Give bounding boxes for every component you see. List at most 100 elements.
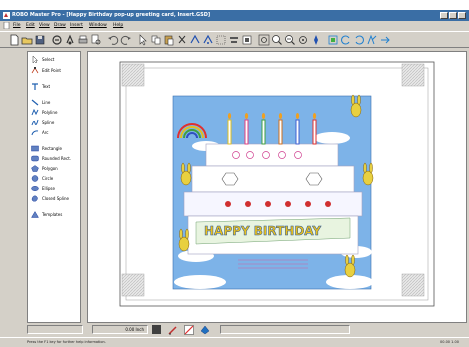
registration-mark-top-right: [401, 63, 425, 87]
help-hint-text: Press the F1 key for further help inform…: [27, 340, 106, 344]
line-tool-icon: [31, 99, 39, 106]
ungroup-icon[interactable]: [215, 34, 227, 46]
card-greeting-text: HAPPY BIRTHDAY: [204, 224, 321, 238]
menu-draw[interactable]: Draw: [54, 21, 66, 30]
open-folder-icon[interactable]: [21, 34, 33, 46]
drawing-canvas[interactable]: HAPPY BIRTHDAY: [87, 51, 467, 323]
candle-flame: [312, 113, 317, 119]
tool-label: Rounded Rect.: [42, 156, 72, 161]
select-arrow-icon[interactable]: [137, 34, 149, 46]
candle: [295, 119, 300, 145]
new-file-icon[interactable]: [8, 34, 20, 46]
minimize-button[interactable]: [440, 12, 448, 19]
status-field-left: [27, 325, 83, 334]
node-right-icon[interactable]: [340, 34, 352, 46]
print-icon[interactable]: [51, 34, 63, 46]
zoom-page-icon[interactable]: [90, 34, 102, 46]
registration-mark-bottom-right: [401, 273, 425, 297]
cutting-plotter-icon[interactable]: [64, 34, 76, 46]
select-arrow-icon: [32, 56, 39, 63]
title-bar: ROBO Master Pro - [Happy Birthday pop-up…: [0, 10, 469, 21]
align-icon[interactable]: [228, 34, 240, 46]
tool-label: Templates: [42, 212, 63, 217]
no-fill-icon[interactable]: [184, 325, 194, 335]
registration-mark-bottom-left: [121, 273, 145, 297]
arrow-icon[interactable]: [379, 34, 391, 46]
text-tool-icon: [32, 83, 38, 90]
tool-label: Closed Spline: [42, 196, 70, 201]
window-title: ROBO Master Pro - [Happy Birthday pop-up…: [12, 12, 211, 18]
candle-flame: [227, 113, 232, 119]
tool-label: Rectangle: [42, 146, 62, 151]
app-logo-icon: [3, 12, 10, 19]
zoom-out-icon[interactable]: [284, 34, 296, 46]
group-icon[interactable]: [202, 34, 214, 46]
menu-insert[interactable]: Insert: [70, 21, 83, 30]
paste-icon[interactable]: [163, 34, 175, 46]
menu-bar: File Edit View Draw Insert Window Help: [0, 21, 469, 30]
spline-tool-icon: [31, 119, 39, 126]
document-icon[interactable]: [3, 22, 10, 29]
connect-icon[interactable]: [353, 34, 365, 46]
candle-flame: [278, 113, 283, 119]
tool-label: Edit Point: [42, 68, 61, 73]
save-icon[interactable]: [34, 34, 46, 46]
break-icon[interactable]: [366, 34, 378, 46]
color-fill-icon[interactable]: [200, 325, 210, 335]
rotate-icon[interactable]: [297, 34, 309, 46]
help-status-line: Press the F1 key for further help inform…: [0, 337, 469, 347]
status-bar: 0.00 Inch: [0, 323, 469, 337]
candle: [244, 119, 249, 145]
menu-file[interactable]: File: [13, 21, 21, 30]
closed-spline-tool-icon: [31, 195, 38, 202]
tool-label: Text: [42, 84, 51, 89]
zoom-fit-icon[interactable]: [258, 34, 270, 46]
menu-help[interactable]: Help: [113, 21, 123, 30]
templates-icon: [31, 211, 39, 218]
menu-view[interactable]: View: [39, 21, 50, 30]
delete-icon[interactable]: [189, 34, 201, 46]
maximize-button[interactable]: [449, 12, 457, 19]
main-toolbar: [0, 31, 469, 48]
copy-icon[interactable]: [150, 34, 162, 46]
canvas-artwork: HAPPY BIRTHDAY: [119, 61, 435, 307]
undo-icon[interactable]: [107, 34, 119, 46]
tool-label: Circle: [42, 176, 54, 181]
line-width-field[interactable]: 0.00 Inch: [92, 325, 148, 334]
print-preview-icon[interactable]: [77, 34, 89, 46]
polyline-tool-icon: [31, 109, 39, 116]
coordinates-readout: 00.00 1.00: [440, 340, 459, 344]
candle-flame: [261, 113, 266, 119]
tool-label: Polygon: [42, 166, 58, 171]
candle: [261, 119, 266, 145]
tool-label: Select: [42, 57, 55, 62]
cut-icon[interactable]: [176, 34, 188, 46]
tool-label: Ellipse: [42, 186, 55, 191]
tool-label: Arc: [42, 130, 49, 135]
close-button[interactable]: [458, 12, 466, 19]
polygon-tool-icon: [31, 165, 39, 172]
menu-edit[interactable]: Edit: [26, 21, 35, 30]
candle: [312, 119, 317, 145]
transform-icon[interactable]: [310, 34, 322, 46]
tool-palette: Select Edit Point Text Line Polyline Spl…: [27, 51, 81, 323]
candle: [278, 119, 283, 145]
menu-window[interactable]: Window: [89, 21, 107, 30]
tool-label: Spline: [42, 120, 55, 125]
edit-point-icon: [31, 67, 39, 74]
candle-flame: [295, 113, 300, 119]
tool-label: Polyline: [42, 110, 58, 115]
crop-icon[interactable]: [241, 34, 253, 46]
node-left-icon[interactable]: [327, 34, 339, 46]
birthday-card-artwork[interactable]: HAPPY BIRTHDAY: [172, 94, 374, 290]
app-window: ROBO Master Pro - [Happy Birthday pop-up…: [0, 10, 469, 347]
arc-tool-icon: [31, 130, 39, 136]
fill-color-swatch[interactable]: [152, 325, 161, 334]
ellipse-tool-icon: [31, 186, 39, 191]
circle-tool-icon: [31, 175, 39, 182]
registration-mark-top-left: [121, 63, 145, 87]
redo-icon[interactable]: [120, 34, 132, 46]
candle: [227, 119, 232, 145]
zoom-in-icon[interactable]: [271, 34, 283, 46]
pen-icon[interactable]: [168, 325, 178, 335]
